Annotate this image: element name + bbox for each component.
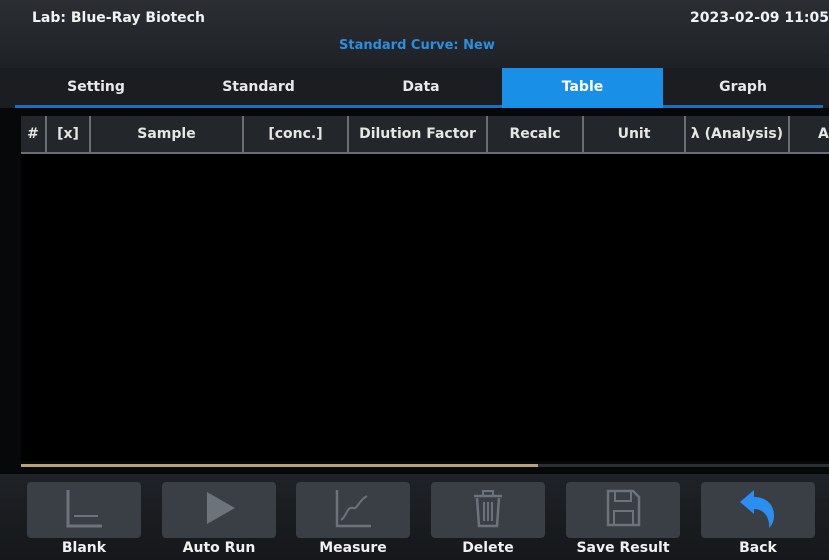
auto-run-button[interactable]: Auto Run — [162, 482, 276, 560]
column-header-absorbance[interactable]: A — [790, 116, 829, 154]
column-header-sample[interactable]: Sample — [91, 116, 244, 154]
delete-button-face — [431, 482, 545, 538]
back-button-face — [701, 482, 815, 538]
tab-standard[interactable]: Standard — [177, 68, 340, 108]
save-result-label: Save Result — [576, 540, 670, 556]
play-icon — [199, 488, 239, 532]
back-arrow-icon — [736, 486, 780, 534]
results-table[interactable]: # [x] Sample [conc.] Dilution Factor Rec… — [21, 116, 829, 461]
measure-button-face — [296, 482, 410, 538]
scrollbar-thumb[interactable] — [21, 464, 539, 467]
column-header-index[interactable]: # — [21, 116, 47, 154]
bottom-toolbar: Blank Auto Run Measure Delete Save Resul… — [0, 474, 829, 560]
tab-table[interactable]: Table — [502, 68, 663, 108]
delete-label: Delete — [462, 540, 514, 556]
trash-icon — [468, 486, 508, 534]
save-result-button[interactable]: Save Result — [566, 482, 680, 560]
horizontal-scrollbar[interactable] — [21, 464, 829, 467]
back-button[interactable]: Back — [701, 482, 815, 560]
save-result-button-face — [566, 482, 680, 538]
column-header-lambda-analysis[interactable]: λ (Analysis) — [686, 116, 790, 154]
tab-data[interactable]: Data — [340, 68, 502, 108]
auto-run-label: Auto Run — [182, 540, 256, 556]
measure-chart-icon — [331, 486, 375, 534]
tab-bar: Setting Standard Data Table Graph — [0, 68, 829, 108]
column-header-dilution-factor[interactable]: Dilution Factor — [349, 116, 488, 154]
blank-button-face — [27, 482, 141, 538]
delete-button[interactable]: Delete — [431, 482, 545, 560]
measure-label: Measure — [319, 540, 387, 556]
blank-icon — [62, 486, 106, 534]
title-bar: Lab: Blue-Ray Biotech Standard Curve: Ne… — [0, 0, 829, 68]
blank-label: Blank — [61, 540, 107, 556]
auto-run-button-face — [162, 482, 276, 538]
tab-graph[interactable]: Graph — [663, 68, 823, 108]
blank-button[interactable]: Blank — [27, 482, 141, 560]
tab-setting[interactable]: Setting — [15, 68, 177, 108]
datetime: 2023-02-09 11:05 — [690, 10, 829, 26]
lab-name: Lab: Blue-Ray Biotech — [32, 10, 205, 26]
save-icon — [603, 487, 643, 533]
back-label: Back — [739, 540, 777, 556]
column-header-unit[interactable]: Unit — [584, 116, 686, 154]
table-header: # [x] Sample [conc.] Dilution Factor Rec… — [21, 116, 829, 154]
column-header-conc[interactable]: [conc.] — [244, 116, 349, 154]
measure-button[interactable]: Measure — [296, 482, 410, 560]
column-header-x[interactable]: [x] — [47, 116, 91, 154]
page-subtitle: Standard Curve: New — [339, 38, 495, 53]
column-header-recalc[interactable]: Recalc — [488, 116, 584, 154]
